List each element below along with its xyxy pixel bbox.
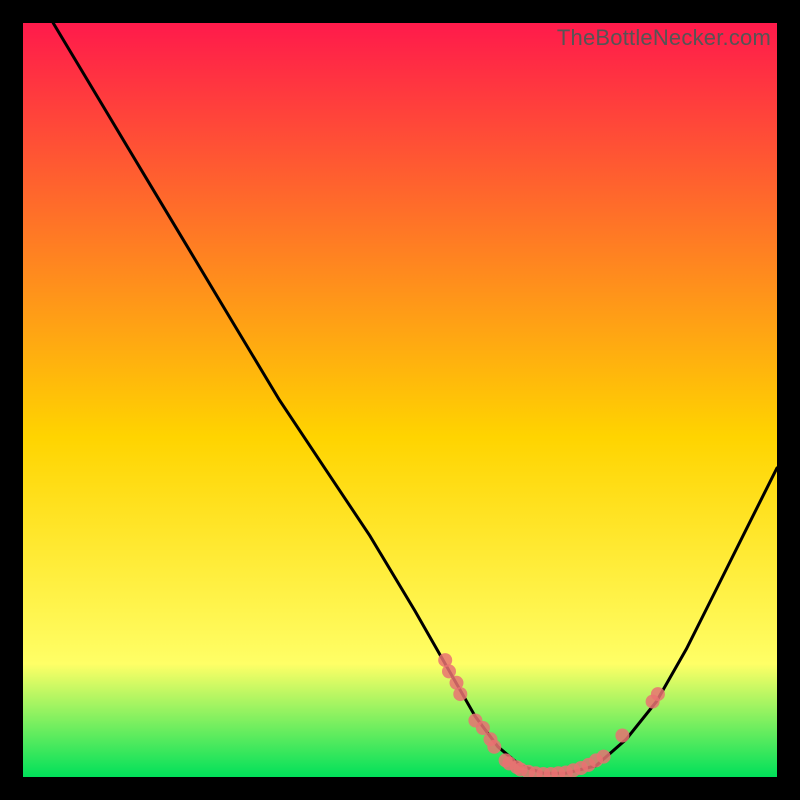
- data-marker: [651, 687, 665, 701]
- data-marker: [487, 740, 501, 754]
- gradient-background: [23, 23, 777, 777]
- chart-frame: TheBottleNecker.com: [23, 23, 777, 777]
- data-marker: [615, 729, 629, 743]
- bottleneck-chart: [23, 23, 777, 777]
- data-marker: [453, 687, 467, 701]
- watermark-text: TheBottleNecker.com: [557, 25, 771, 51]
- data-marker: [597, 750, 611, 764]
- data-marker: [442, 664, 456, 678]
